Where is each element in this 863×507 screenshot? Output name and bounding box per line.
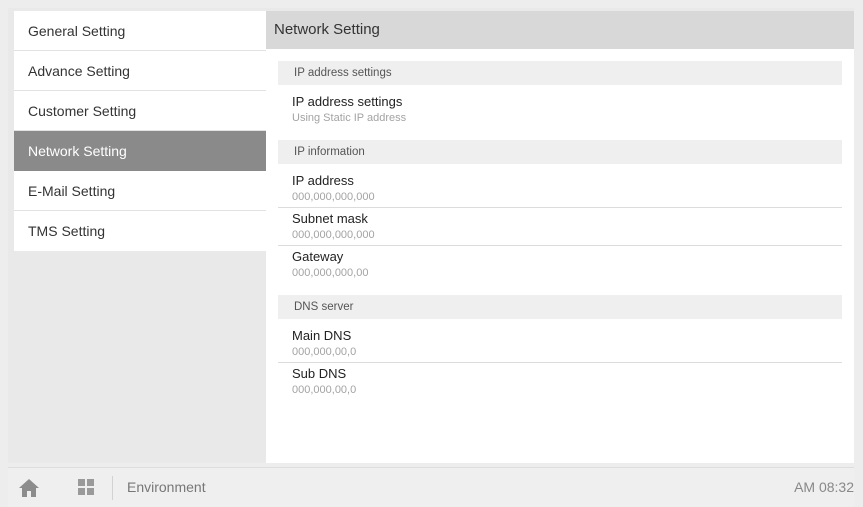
clock: AM 08:32: [794, 479, 854, 495]
bottom-bar: Environment AM 08:32: [8, 467, 854, 507]
sidebar-item-email-setting[interactable]: E-Mail Setting: [14, 171, 270, 211]
settings-list[interactable]: IP address settings IP address settings …: [266, 49, 854, 400]
sidebar-item-network-setting[interactable]: Network Setting: [14, 131, 270, 171]
row-title: Main DNS: [292, 328, 352, 343]
gateway-row[interactable]: Gateway 000,000,000,00: [278, 246, 842, 286]
divider: [112, 476, 113, 500]
row-title: Sub DNS: [292, 366, 347, 381]
row-value: 000,000,00,0: [292, 346, 357, 358]
row-value: 000,000,000,00: [292, 267, 369, 279]
sidebar-item-customer-setting[interactable]: Customer Setting: [14, 91, 270, 131]
row-title: IP address settings: [292, 94, 403, 109]
row-value: 000,000,000,000: [292, 191, 375, 203]
ip-address-row[interactable]: IP address 000,000,000,000: [278, 170, 842, 208]
sidebar-item-general-setting[interactable]: General Setting: [14, 11, 270, 51]
network-setting-panel: Network Setting IP address settings IP a…: [266, 11, 854, 463]
row-value: 000,000,000,000: [292, 229, 375, 241]
sidebar-item-tms-setting[interactable]: TMS Setting: [14, 211, 270, 251]
row-value: Using Static IP address: [292, 112, 407, 124]
section-header-ip-address-settings: IP address settings: [278, 61, 842, 85]
breadcrumb: Environment: [127, 479, 206, 495]
ip-address-settings-row[interactable]: IP address settings Using Static IP addr…: [278, 91, 842, 131]
home-icon[interactable]: [18, 477, 40, 499]
section-header-ip-information: IP information: [278, 140, 842, 164]
grid-icon[interactable]: [78, 479, 94, 495]
main-dns-row[interactable]: Main DNS 000,000,00,0: [278, 325, 842, 363]
subnet-mask-row[interactable]: Subnet mask 000,000,000,000: [278, 208, 842, 246]
sub-dns-row[interactable]: Sub DNS 000,000,00,0: [278, 363, 842, 400]
page-title: Network Setting: [266, 11, 854, 49]
row-title: Gateway: [292, 249, 344, 264]
row-value: 000,000,00,0: [292, 384, 357, 396]
row-title: IP address: [292, 173, 354, 188]
section-header-dns-server: DNS server: [278, 295, 842, 319]
row-title: Subnet mask: [292, 211, 368, 226]
sidebar-item-advance-setting[interactable]: Advance Setting: [14, 51, 270, 91]
settings-sidebar: General Setting Advance Setting Customer…: [14, 11, 270, 251]
settings-screen: General Setting Advance Setting Customer…: [8, 8, 854, 463]
